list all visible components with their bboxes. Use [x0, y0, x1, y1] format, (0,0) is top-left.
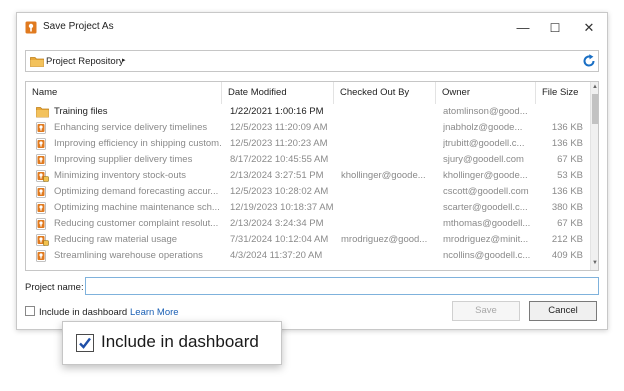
- row-name: Improving supplier delivery times: [54, 154, 193, 165]
- maximize-button[interactable]: ☐: [541, 18, 569, 38]
- include-dashboard-label[interactable]: Include in dashboard: [39, 307, 127, 318]
- scroll-thumb[interactable]: [592, 94, 598, 124]
- row-date-modified: 2/13/2024 3:24:34 PM: [230, 218, 324, 229]
- row-date-modified: 1/22/2021 1:00:16 PM: [230, 106, 324, 117]
- table-row[interactable]: Improving efficiency in shipping custom.…: [26, 136, 590, 152]
- project-name-label: Project name:: [25, 282, 84, 293]
- path-bar: Project Repository ▸: [25, 50, 599, 72]
- table-row[interactable]: Training files 1/22/2021 1:00:16 PM atomli…: [26, 104, 590, 120]
- scroll-down-icon[interactable]: ▼: [592, 260, 598, 266]
- project-name-input[interactable]: [85, 277, 599, 295]
- row-name: Improving efficiency in shipping custom.…: [54, 138, 222, 149]
- column-header-date-modified[interactable]: Date Modified: [222, 82, 334, 104]
- locked-project-file-icon: [36, 170, 49, 182]
- row-name: Minimizing inventory stock-outs: [54, 170, 186, 181]
- row-file-size: 136 KB: [551, 186, 583, 197]
- row-name: Reducing customer complaint resolut...: [54, 218, 219, 229]
- row-file-size: 380 KB: [551, 202, 583, 213]
- project-file-icon: [36, 122, 46, 134]
- table-row[interactable]: Optimizing machine maintenance sch... 12/…: [26, 200, 590, 216]
- project-file-icon: [36, 202, 46, 214]
- table-row[interactable]: Improving supplier delivery times 8/17/20…: [26, 152, 590, 168]
- row-file-size: 409 KB: [551, 250, 583, 261]
- callout-checkbox: [76, 334, 94, 352]
- file-list: ▲ Name Date Modified Checked Out By Owne…: [25, 81, 599, 271]
- row-owner: khollinger@goode...: [443, 170, 528, 181]
- include-dashboard-callout: Include in dashboard: [62, 321, 282, 365]
- column-header-checked-out-by[interactable]: Checked Out By: [334, 82, 436, 104]
- save-project-dialog: Save Project As — ☐ ✕ Project Repository…: [16, 12, 608, 330]
- row-name: Optimizing machine maintenance sch...: [54, 202, 220, 213]
- locked-project-file-icon: [36, 234, 49, 246]
- row-file-size: 53 KB: [557, 170, 583, 181]
- row-owner: sjury@goodell.com: [443, 154, 524, 165]
- table-row[interactable]: Reducing customer complaint resolut... 2/…: [26, 216, 590, 232]
- scroll-up-icon[interactable]: ▲: [592, 84, 598, 90]
- callout-label: Include in dashboard: [101, 332, 259, 351]
- row-owner: scarter@goodell.c...: [443, 202, 528, 213]
- row-owner: cscott@goodell.com: [443, 186, 529, 197]
- row-name: Enhancing service delivery timelines: [54, 122, 208, 133]
- row-checked-out-by: khollinger@goode...: [341, 170, 426, 181]
- row-owner: atomlinson@good...: [443, 106, 528, 117]
- project-file-icon: [36, 218, 46, 230]
- checkmark-icon: [79, 337, 91, 349]
- row-name: Reducing raw material usage: [54, 234, 178, 245]
- table-row[interactable]: Optimizing demand forecasting accur... 12…: [26, 184, 590, 200]
- row-file-size: 67 KB: [557, 154, 583, 165]
- row-date-modified: 4/3/2024 11:37:20 AM: [230, 250, 323, 261]
- row-date-modified: 12/5/2023 11:20:09 AM: [230, 122, 328, 133]
- row-checked-out-by: mrodriguez@good...: [341, 234, 428, 245]
- column-header-file-size[interactable]: File Size: [536, 82, 590, 104]
- row-owner: mrodriguez@minit...: [443, 234, 529, 245]
- save-button[interactable]: Save: [452, 301, 520, 321]
- dialog-title: Save Project As: [43, 21, 114, 32]
- row-file-size: 136 KB: [551, 138, 583, 149]
- row-file-size: 136 KB: [551, 122, 583, 133]
- cancel-button[interactable]: Cancel: [529, 301, 597, 321]
- project-file-icon: [36, 138, 46, 150]
- row-date-modified: 12/19/2023 10:18:37 AM: [230, 202, 334, 213]
- row-date-modified: 7/31/2024 10:12:04 AM: [230, 234, 329, 245]
- breadcrumb-project-repository[interactable]: Project Repository: [46, 56, 124, 67]
- project-file-icon: [36, 186, 46, 198]
- title-bar: Save Project As — ☐ ✕: [17, 13, 607, 43]
- table-row[interactable]: Streamlining warehouse operations 4/3/202…: [26, 248, 590, 264]
- row-owner: mthomas@goodell...: [443, 218, 531, 229]
- project-file-icon: [36, 154, 46, 166]
- learn-more-link[interactable]: Learn More: [130, 307, 179, 318]
- column-header-name[interactable]: Name: [26, 82, 222, 104]
- row-file-size: 212 KB: [551, 234, 583, 245]
- row-date-modified: 8/17/2022 10:45:55 AM: [230, 154, 329, 165]
- row-date-modified: 12/5/2023 10:28:02 AM: [230, 186, 329, 197]
- refresh-icon[interactable]: [581, 53, 597, 69]
- row-owner: ncollins@goodell.c...: [443, 250, 531, 261]
- file-list-header: ▲ Name Date Modified Checked Out By Owne…: [26, 82, 590, 104]
- row-owner: jnabholz@goode...: [443, 122, 523, 133]
- include-dashboard-checkbox[interactable]: [25, 306, 35, 316]
- table-row[interactable]: Minimizing inventory stock-outs 2/13/2024…: [26, 168, 590, 184]
- table-row[interactable]: Reducing raw material usage 7/31/2024 10:…: [26, 232, 590, 248]
- close-button[interactable]: ✕: [575, 18, 603, 38]
- row-name: Optimizing demand forecasting accur...: [54, 186, 219, 197]
- column-header-owner[interactable]: Owner: [436, 82, 536, 104]
- project-app-icon: [25, 21, 37, 34]
- row-date-modified: 12/5/2023 11:20:23 AM: [230, 138, 328, 149]
- row-owner: jtrubitt@goodell.c...: [443, 138, 525, 149]
- folder-icon: [36, 107, 49, 118]
- breadcrumb-arrow-icon[interactable]: ▸: [122, 56, 126, 64]
- vertical-scrollbar[interactable]: ▲ ▼: [590, 82, 598, 270]
- row-name: Streamlining warehouse operations: [54, 250, 203, 261]
- project-file-icon: [36, 250, 46, 262]
- row-name: Training files: [54, 106, 108, 117]
- folder-icon: [30, 57, 44, 67]
- table-row[interactable]: Enhancing service delivery timelines 12/5…: [26, 120, 590, 136]
- minimize-button[interactable]: —: [509, 18, 537, 38]
- row-date-modified: 2/13/2024 3:27:51 PM: [230, 170, 324, 181]
- row-file-size: 67 KB: [557, 218, 583, 229]
